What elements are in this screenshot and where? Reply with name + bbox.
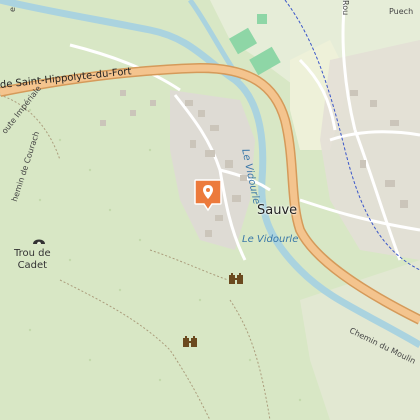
- cave-icon: [33, 239, 45, 244]
- map-pin-icon[interactable]: [193, 178, 223, 212]
- castle-ruin-icon[interactable]: [228, 271, 244, 285]
- castle-ruin-icon[interactable]: [182, 334, 198, 348]
- map-canvas[interactable]: de Saint-Hippolyte-du-Fort Sauve Le Vido…: [0, 0, 420, 420]
